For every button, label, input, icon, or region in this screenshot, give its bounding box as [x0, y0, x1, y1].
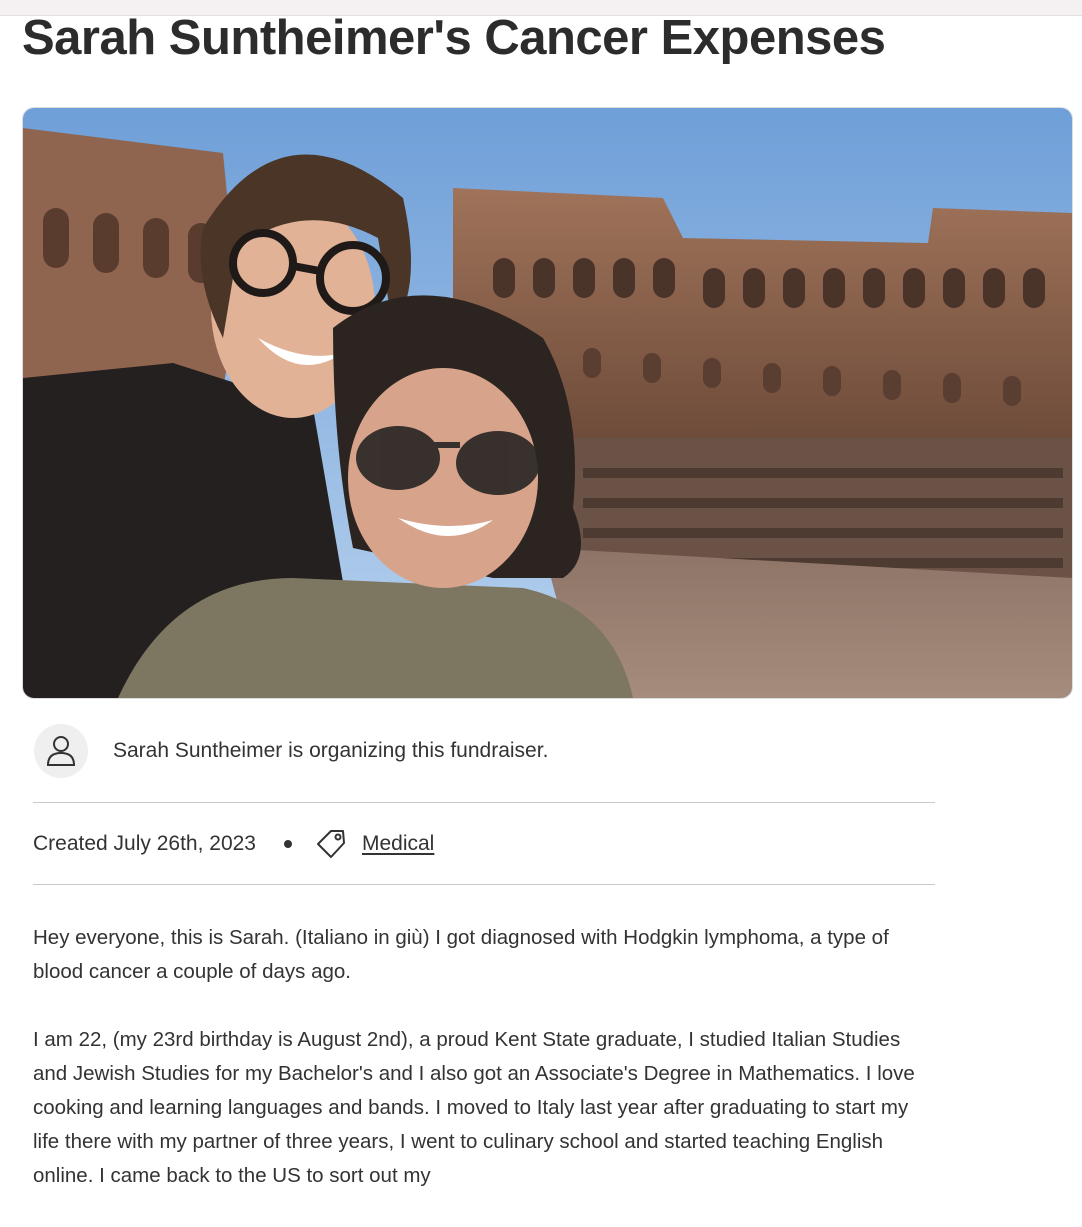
category-link[interactable]: Medical: [362, 832, 434, 856]
story-paragraph: Hey everyone, this is Sarah. (Italiano i…: [33, 926, 889, 983]
created-date: Created July 26th, 2023: [33, 832, 256, 855]
fundraiser-meta: Created July 26th, 2023 Medical: [33, 826, 434, 862]
avatar: [34, 724, 88, 778]
fundraiser-cover-photo: [22, 107, 1073, 699]
user-icon: [46, 736, 76, 766]
divider-bottom: [33, 884, 935, 885]
fundraiser-story: Hey everyone, this is Sarah. (Italiano i…: [33, 921, 938, 1227]
story-paragraph: I am 22, (my 23rd birthday is August 2nd…: [33, 1028, 915, 1187]
separator-dot: [283, 840, 292, 848]
page-title: Sarah Suntheimer's Cancer Expenses: [22, 11, 886, 65]
divider-top: [33, 802, 935, 803]
organizer-row: Sarah Suntheimer is organizing this fund…: [34, 722, 935, 780]
organizer-text: Sarah Suntheimer is organizing this fund…: [113, 739, 549, 762]
tag-icon: [314, 827, 348, 861]
